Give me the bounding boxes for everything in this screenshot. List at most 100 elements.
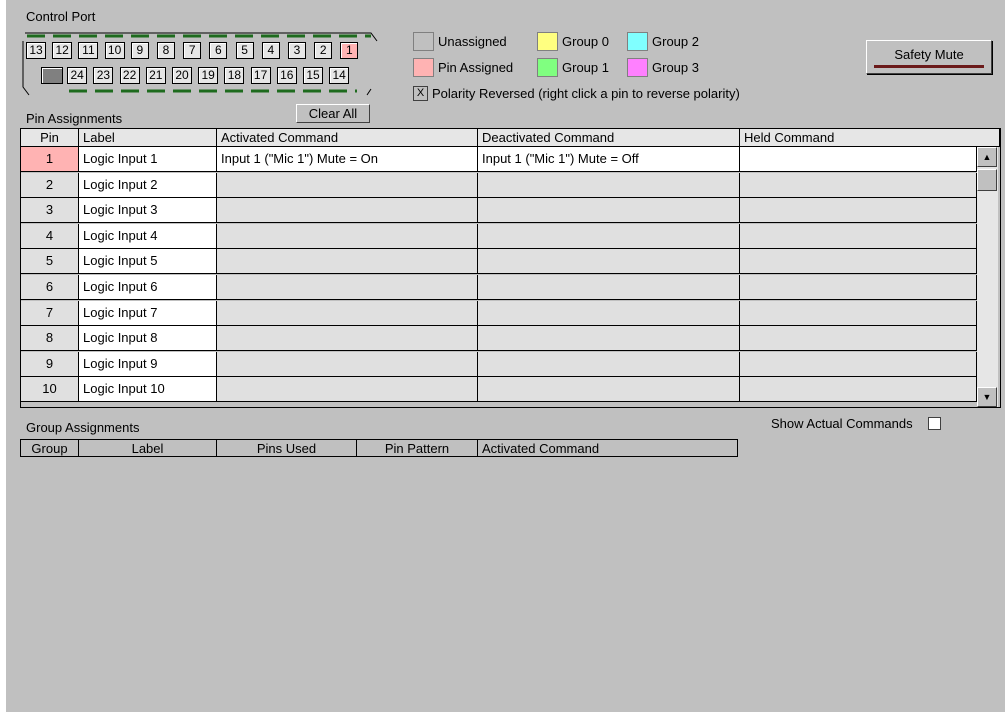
- pin-cell-deactivated[interactable]: [478, 172, 740, 198]
- connector-pin-21[interactable]: 21: [145, 67, 166, 84]
- connector-pin-23[interactable]: 23: [93, 67, 114, 84]
- pin-assignments-title: Pin Assignments: [26, 111, 123, 126]
- window-edge: [0, 0, 6, 712]
- pin-row-10[interactable]: 10 Logic Input 10: [21, 377, 977, 403]
- clear-all-button[interactable]: Clear All: [296, 104, 370, 123]
- scroll-up-icon[interactable]: ▲: [977, 147, 997, 167]
- connector-pin-15[interactable]: 15: [303, 67, 323, 84]
- col-header-held[interactable]: Held Command: [740, 129, 1000, 147]
- pin-cell-activated[interactable]: [217, 351, 478, 377]
- pin-row-8[interactable]: 8 Logic Input 8: [21, 326, 977, 352]
- pin-cell-deactivated[interactable]: [478, 198, 740, 224]
- pin-row-6[interactable]: 6 Logic Input 6: [21, 275, 977, 300]
- connector-pin-6[interactable]: 6: [209, 42, 228, 59]
- connector-pin-1[interactable]: 1: [340, 42, 359, 59]
- pin-cell-activated[interactable]: Input 1 ("Mic 1") Mute = On: [217, 147, 478, 172]
- pin-cell-label[interactable]: Logic Input 7: [79, 300, 217, 326]
- connector-pin-24[interactable]: 24: [67, 67, 88, 84]
- pin-cell-activated[interactable]: [217, 198, 478, 224]
- connector-pin-8[interactable]: 8: [157, 42, 175, 59]
- pin-cell-held[interactable]: [740, 351, 977, 377]
- pin-cell-activated[interactable]: [217, 223, 478, 249]
- legend-unassigned-label: Unassigned: [438, 33, 507, 49]
- connector-pin-12[interactable]: 12: [52, 42, 73, 59]
- pin-cell-held[interactable]: [740, 326, 977, 352]
- scroll-thumb[interactable]: [977, 169, 997, 191]
- pin-cell-deactivated[interactable]: [478, 223, 740, 249]
- pin-cell-activated[interactable]: [217, 300, 478, 326]
- pin-cell-held[interactable]: [740, 275, 977, 300]
- pin-cell-held[interactable]: [740, 377, 977, 403]
- show-actual-commands-checkbox[interactable]: [927, 417, 941, 430]
- safety-mute-button[interactable]: Safety Mute: [866, 40, 992, 74]
- connector-pin-3[interactable]: 3: [288, 42, 306, 59]
- pin-cell-held[interactable]: [740, 300, 977, 326]
- pin-cell-deactivated[interactable]: [478, 300, 740, 326]
- connector-pin-18[interactable]: 18: [224, 67, 245, 84]
- group-col-header-activated[interactable]: Activated Command: [478, 439, 738, 457]
- connector-pin-22[interactable]: 22: [119, 67, 140, 84]
- pin-cell-label[interactable]: Logic Input 6: [79, 275, 217, 300]
- pin-cell-deactivated[interactable]: [478, 351, 740, 377]
- pin-cell-deactivated[interactable]: [478, 326, 740, 352]
- legend-group2-label: Group 2: [652, 33, 699, 49]
- pin-cell-activated[interactable]: [217, 275, 478, 300]
- pin-cell-label[interactable]: Logic Input 2: [79, 172, 217, 198]
- pin-cell-label[interactable]: Logic Input 8: [79, 326, 217, 352]
- pin-cell-held[interactable]: [740, 249, 977, 275]
- pin-row-4[interactable]: 4 Logic Input 4: [21, 223, 977, 249]
- pin-row-3[interactable]: 3 Logic Input 3: [21, 198, 977, 224]
- connector-pin-14[interactable]: 14: [329, 67, 350, 84]
- scroll-down-icon[interactable]: ▼: [977, 387, 997, 407]
- pin-cell-deactivated[interactable]: [478, 275, 740, 300]
- pin-row-1[interactable]: 1 Logic Input 1 Input 1 ("Mic 1") Mute = O…: [21, 147, 977, 172]
- pin-cell-deactivated[interactable]: Input 1 ("Mic 1") Mute = Off: [478, 147, 740, 172]
- pin-cell-deactivated[interactable]: [478, 249, 740, 275]
- col-header-pin[interactable]: Pin: [21, 129, 79, 147]
- pin-row-5[interactable]: 5 Logic Input 5: [21, 249, 977, 275]
- pin-cell-label[interactable]: Logic Input 3: [79, 198, 217, 224]
- pin-cell-label[interactable]: Logic Input 10: [79, 377, 217, 403]
- pin-cell-held[interactable]: [740, 147, 977, 172]
- connector-pin-7[interactable]: 7: [183, 42, 202, 59]
- col-header-activated[interactable]: Activated Command: [217, 129, 478, 147]
- pin-cell-activated[interactable]: [217, 249, 478, 275]
- connector-pin-blank[interactable]: [41, 67, 63, 84]
- pin-cell-held[interactable]: [740, 198, 977, 224]
- pin-cell-activated[interactable]: [217, 172, 478, 198]
- pin-cell-label[interactable]: Logic Input 4: [79, 223, 217, 249]
- connector-pin-4[interactable]: 4: [261, 42, 280, 59]
- pin-cell-label[interactable]: Logic Input 1: [79, 147, 217, 172]
- pin-cell-activated[interactable]: [217, 326, 478, 352]
- pin-cell-held[interactable]: [740, 172, 977, 198]
- safety-mute-label: Safety Mute: [894, 47, 964, 62]
- group2-swatch: [627, 31, 648, 51]
- group-col-header-label[interactable]: Label: [79, 439, 217, 457]
- pin-table-scrollbar[interactable]: ▲ ▼: [977, 147, 998, 407]
- pin-cell-pin: 5: [21, 249, 79, 275]
- pin-cell-label[interactable]: Logic Input 9: [79, 351, 217, 377]
- col-header-label[interactable]: Label: [79, 129, 217, 147]
- group-col-header-group[interactable]: Group: [20, 439, 79, 457]
- pin-row-7[interactable]: 7 Logic Input 7: [21, 300, 977, 326]
- connector-pin-10[interactable]: 10: [104, 42, 125, 59]
- pin-row-2[interactable]: 2 Logic Input 2: [21, 172, 977, 198]
- show-actual-commands[interactable]: Show Actual Commands: [771, 416, 941, 431]
- pin-cell-label[interactable]: Logic Input 5: [79, 249, 217, 275]
- connector-pin-9[interactable]: 9: [130, 42, 149, 59]
- connector-pin-16[interactable]: 16: [276, 67, 297, 84]
- group-col-header-pins-used[interactable]: Pins Used: [217, 439, 357, 457]
- connector-pin-19[interactable]: 19: [198, 67, 219, 84]
- pin-cell-deactivated[interactable]: [478, 377, 740, 403]
- pin-cell-activated[interactable]: [217, 377, 478, 403]
- connector-pin-13[interactable]: 13: [26, 42, 46, 59]
- group-col-header-pin-pattern[interactable]: Pin Pattern: [357, 439, 478, 457]
- pin-row-9[interactable]: 9 Logic Input 9: [21, 351, 977, 377]
- pin-cell-held[interactable]: [740, 223, 977, 249]
- connector-pin-11[interactable]: 11: [78, 42, 99, 59]
- col-header-deactivated[interactable]: Deactivated Command: [478, 129, 740, 147]
- connector-pin-2[interactable]: 2: [314, 42, 333, 59]
- connector-pin-20[interactable]: 20: [172, 67, 192, 84]
- connector-pin-17[interactable]: 17: [250, 67, 271, 84]
- connector-pin-5[interactable]: 5: [235, 42, 254, 59]
